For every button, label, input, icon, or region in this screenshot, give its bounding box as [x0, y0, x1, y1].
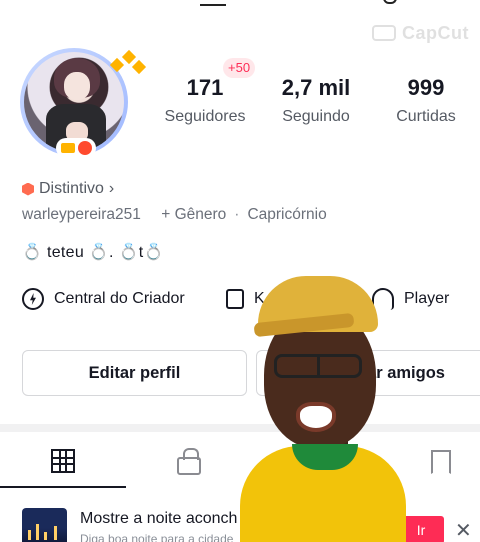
badge-icon [22, 182, 34, 196]
badge-label: Distintivo [39, 180, 104, 197]
stat-followers[interactable]: 171 Seguidores [158, 74, 252, 126]
share-icon[interactable] [200, 0, 226, 6]
capcut-watermark: CapCut [372, 22, 469, 44]
tab-private[interactable] [126, 436, 252, 488]
add-gender-link[interactable]: + Gênero [161, 206, 226, 224]
creator-center-label: Central do Criador [54, 290, 185, 307]
separator-dot: · [234, 206, 240, 223]
badge-link[interactable]: Distintivo › [22, 180, 114, 198]
grid-icon [51, 449, 75, 473]
avatar[interactable] [20, 48, 147, 160]
promo-title: Mostre a noite aconch [80, 510, 238, 527]
flower-icon [77, 141, 92, 155]
likes-label: Curtidas [396, 108, 456, 125]
capcut-logo-icon [372, 25, 396, 41]
followers-label: Seguidores [164, 108, 246, 125]
player-label: Player [404, 290, 450, 307]
username: warleypereira251 [22, 206, 141, 223]
crown-decoration-icon [104, 48, 147, 78]
bookmark-icon [431, 450, 451, 474]
close-icon[interactable]: ✕ [455, 518, 472, 542]
promo-thumbnail [22, 508, 67, 542]
likes-count: 999 [407, 75, 445, 100]
lightning-icon [22, 288, 44, 310]
tab-videos[interactable] [0, 436, 126, 488]
following-count: 2,7 mil [281, 75, 351, 100]
chevron-right-icon: › [108, 180, 115, 197]
profile-bio[interactable]: 💍 teteu 💍. 💍t💍 [22, 242, 164, 262]
edit-profile-button[interactable]: Editar perfil [22, 350, 247, 396]
menu-icon[interactable] [383, 0, 397, 4]
zodiac-label[interactable]: Capricórnio [247, 206, 326, 224]
watermark-text: CapCut [402, 22, 469, 43]
profile-meta: warleypereira251 + Gênero · Capricórnio [22, 206, 327, 224]
stat-following[interactable]: 2,7 mil Seguindo [268, 74, 364, 126]
stat-likes[interactable]: 999 Curtidas [380, 74, 472, 126]
followers-count: 171 [186, 75, 224, 100]
video-icon [60, 143, 75, 153]
lock-icon [177, 448, 201, 475]
promo-subtitle: Diga boa noite para a cidade [80, 532, 234, 542]
following-label: Seguindo [282, 108, 350, 125]
avatar-badge [56, 138, 96, 158]
top-status-strip [0, 0, 480, 14]
creator-center-button[interactable]: Central do Criador [22, 286, 185, 312]
video-overlay-person [240, 268, 406, 542]
